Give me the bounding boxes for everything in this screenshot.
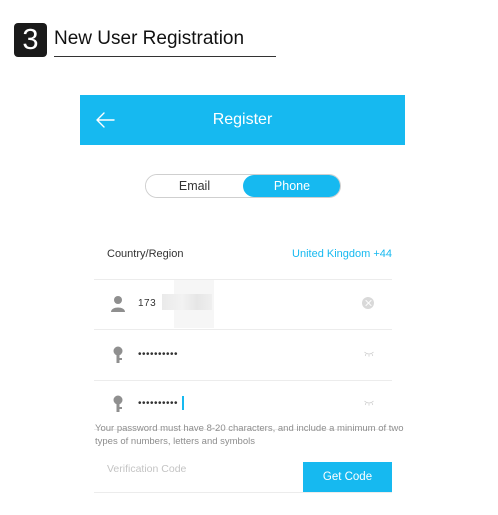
step-title: New User Registration xyxy=(54,28,245,49)
registration-method-toggle: Email Phone xyxy=(145,174,341,198)
tab-phone[interactable]: Phone xyxy=(243,175,340,197)
get-code-button[interactable]: Get Code xyxy=(303,462,392,492)
step-title-underline xyxy=(54,56,276,57)
redacted-phone-digits xyxy=(162,294,212,310)
password-value: •••••••••• xyxy=(138,349,179,360)
verification-code-row: Get Code xyxy=(94,459,392,493)
page-title: Register xyxy=(212,111,273,128)
confirm-password-value: •••••••••• xyxy=(138,398,179,409)
country-region-selector[interactable]: Country/Region United Kingdom +44 xyxy=(94,230,392,280)
password-field[interactable]: •••••••••• xyxy=(94,331,392,381)
country-region-label: Country/Region xyxy=(107,248,184,260)
country-region-value[interactable]: United Kingdom +44 xyxy=(292,248,392,260)
phone-field[interactable]: 173 xyxy=(94,280,392,330)
password-requirements-hint: Your password must have 8-20 characters,… xyxy=(95,423,404,447)
text-cursor xyxy=(182,396,184,410)
tab-email[interactable]: Email xyxy=(146,175,243,197)
clear-icon[interactable] xyxy=(362,297,374,309)
eye-closed-icon[interactable] xyxy=(364,400,374,406)
verification-code-input[interactable] xyxy=(107,463,287,475)
register-screen: Register Email Phone Country/Region Unit… xyxy=(80,95,405,505)
key-icon xyxy=(113,346,123,363)
eye-closed-icon[interactable] xyxy=(364,351,374,357)
user-icon xyxy=(111,296,125,312)
phone-value: 173 xyxy=(138,298,157,309)
step-header: 3 New User Registration xyxy=(14,23,276,57)
app-bar: Register xyxy=(80,95,405,145)
step-number-badge: 3 xyxy=(14,23,47,57)
key-icon xyxy=(113,395,123,412)
arrow-left-icon[interactable] xyxy=(94,109,116,131)
